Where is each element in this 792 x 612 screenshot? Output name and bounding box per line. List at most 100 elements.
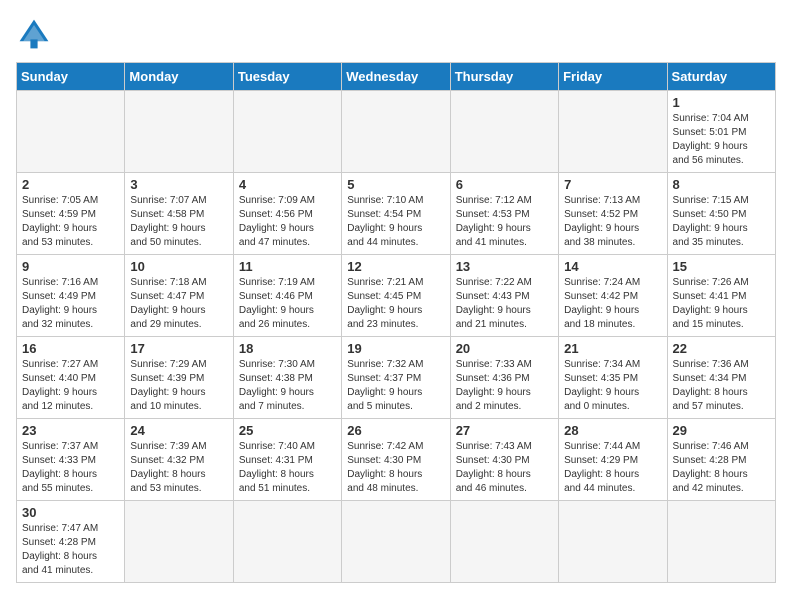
- day-cell: [342, 501, 450, 583]
- week-row-5: 23Sunrise: 7:37 AM Sunset: 4:33 PM Dayli…: [17, 419, 776, 501]
- day-cell: [125, 501, 233, 583]
- day-number: 4: [239, 177, 336, 192]
- calendar-table: SundayMondayTuesdayWednesdayThursdayFrid…: [16, 62, 776, 583]
- weekday-header-wednesday: Wednesday: [342, 63, 450, 91]
- day-info: Sunrise: 7:40 AM Sunset: 4:31 PM Dayligh…: [239, 440, 336, 496]
- day-info: Sunrise: 7:26 AM Sunset: 4:41 PM Dayligh…: [673, 276, 770, 332]
- day-info: Sunrise: 7:22 AM Sunset: 4:43 PM Dayligh…: [456, 276, 553, 332]
- day-info: Sunrise: 7:33 AM Sunset: 4:36 PM Dayligh…: [456, 358, 553, 414]
- day-number: 28: [564, 423, 661, 438]
- day-cell: 19 Sunrise: 7:32 AM Sunset: 4:37 PM Dayli…: [342, 337, 450, 419]
- day-info: Sunrise: 7:46 AM Sunset: 4:28 PM Dayligh…: [673, 440, 770, 496]
- day-number: 20: [456, 341, 553, 356]
- day-cell: 24 Sunrise: 7:39 AM Sunset: 4:32 PM Dayli…: [125, 419, 233, 501]
- day-cell: 11Sunrise: 7:19 AM Sunset: 4:46 PM Dayli…: [233, 255, 341, 337]
- day-number: 6: [456, 177, 553, 192]
- day-number: 27: [456, 423, 553, 438]
- logo-icon: [16, 16, 52, 52]
- day-info: Sunrise: 7:39 AM Sunset: 4:32 PM Dayligh…: [130, 440, 227, 496]
- day-info: Sunrise: 7:15 AM Sunset: 4:50 PM Dayligh…: [673, 194, 770, 250]
- day-number: 26: [347, 423, 444, 438]
- day-cell: 3 Sunrise: 7:07 AM Sunset: 4:58 PM Daylig…: [125, 173, 233, 255]
- day-number: 13: [456, 259, 553, 274]
- day-info: Sunrise: 7:24 AM Sunset: 4:42 PM Dayligh…: [564, 276, 661, 332]
- week-row-6: 30 Sunrise: 7:47 AM Sunset: 4:28 PM Dayli…: [17, 501, 776, 583]
- day-info: Sunrise: 7:37 AM Sunset: 4:33 PM Dayligh…: [22, 440, 119, 496]
- weekday-header-monday: Monday: [125, 63, 233, 91]
- day-cell: 5Sunrise: 7:10 AM Sunset: 4:54 PM Daylig…: [342, 173, 450, 255]
- day-info: Sunrise: 7:42 AM Sunset: 4:30 PM Dayligh…: [347, 440, 444, 496]
- day-number: 9: [22, 259, 119, 274]
- day-info: Sunrise: 7:04 AM Sunset: 5:01 PM Dayligh…: [673, 112, 770, 168]
- day-info: Sunrise: 7:27 AM Sunset: 4:40 PM Dayligh…: [22, 358, 119, 414]
- day-info: Sunrise: 7:16 AM Sunset: 4:49 PM Dayligh…: [22, 276, 119, 332]
- day-cell: [17, 91, 125, 173]
- day-number: 30: [22, 505, 119, 520]
- day-cell: [450, 501, 558, 583]
- day-info: Sunrise: 7:18 AM Sunset: 4:47 PM Dayligh…: [130, 276, 227, 332]
- day-cell: 4 Sunrise: 7:09 AM Sunset: 4:56 PM Daylig…: [233, 173, 341, 255]
- weekday-header-thursday: Thursday: [450, 63, 558, 91]
- day-cell: 1 Sunrise: 7:04 AM Sunset: 5:01 PM Daylig…: [667, 91, 775, 173]
- day-info: Sunrise: 7:36 AM Sunset: 4:34 PM Dayligh…: [673, 358, 770, 414]
- day-number: 14: [564, 259, 661, 274]
- day-info: Sunrise: 7:44 AM Sunset: 4:29 PM Dayligh…: [564, 440, 661, 496]
- day-cell: 18 Sunrise: 7:30 AM Sunset: 4:38 PM Dayli…: [233, 337, 341, 419]
- day-info: Sunrise: 7:13 AM Sunset: 4:52 PM Dayligh…: [564, 194, 661, 250]
- day-cell: 13 Sunrise: 7:22 AM Sunset: 4:43 PM Dayli…: [450, 255, 558, 337]
- page-header: [16, 16, 776, 52]
- day-info: Sunrise: 7:21 AM Sunset: 4:45 PM Dayligh…: [347, 276, 444, 332]
- day-number: 7: [564, 177, 661, 192]
- day-info: Sunrise: 7:07 AM Sunset: 4:58 PM Dayligh…: [130, 194, 227, 250]
- day-cell: 30 Sunrise: 7:47 AM Sunset: 4:28 PM Dayli…: [17, 501, 125, 583]
- day-number: 25: [239, 423, 336, 438]
- day-number: 29: [673, 423, 770, 438]
- weekday-header-friday: Friday: [559, 63, 667, 91]
- day-cell: 21 Sunrise: 7:34 AM Sunset: 4:35 PM Dayli…: [559, 337, 667, 419]
- day-cell: 8Sunrise: 7:15 AM Sunset: 4:50 PM Daylig…: [667, 173, 775, 255]
- day-cell: [559, 501, 667, 583]
- week-row-4: 16Sunrise: 7:27 AM Sunset: 4:40 PM Dayli…: [17, 337, 776, 419]
- day-number: 22: [673, 341, 770, 356]
- day-number: 2: [22, 177, 119, 192]
- day-number: 19: [347, 341, 444, 356]
- weekday-header-sunday: Sunday: [17, 63, 125, 91]
- day-cell: [450, 91, 558, 173]
- day-info: Sunrise: 7:29 AM Sunset: 4:39 PM Dayligh…: [130, 358, 227, 414]
- weekday-header-tuesday: Tuesday: [233, 63, 341, 91]
- day-cell: 22 Sunrise: 7:36 AM Sunset: 4:34 PM Dayli…: [667, 337, 775, 419]
- day-cell: [667, 501, 775, 583]
- day-info: Sunrise: 7:47 AM Sunset: 4:28 PM Dayligh…: [22, 522, 119, 578]
- day-cell: 15 Sunrise: 7:26 AM Sunset: 4:41 PM Dayli…: [667, 255, 775, 337]
- day-number: 1: [673, 95, 770, 110]
- day-info: Sunrise: 7:32 AM Sunset: 4:37 PM Dayligh…: [347, 358, 444, 414]
- day-number: 15: [673, 259, 770, 274]
- day-cell: 29 Sunrise: 7:46 AM Sunset: 4:28 PM Dayli…: [667, 419, 775, 501]
- day-info: Sunrise: 7:05 AM Sunset: 4:59 PM Dayligh…: [22, 194, 119, 250]
- day-cell: 25 Sunrise: 7:40 AM Sunset: 4:31 PM Dayli…: [233, 419, 341, 501]
- week-row-3: 9 Sunrise: 7:16 AM Sunset: 4:49 PM Daylig…: [17, 255, 776, 337]
- weekday-header-saturday: Saturday: [667, 63, 775, 91]
- week-row-2: 2 Sunrise: 7:05 AM Sunset: 4:59 PM Daylig…: [17, 173, 776, 255]
- day-cell: 9 Sunrise: 7:16 AM Sunset: 4:49 PM Daylig…: [17, 255, 125, 337]
- day-info: Sunrise: 7:30 AM Sunset: 4:38 PM Dayligh…: [239, 358, 336, 414]
- day-cell: [233, 91, 341, 173]
- day-cell: 16Sunrise: 7:27 AM Sunset: 4:40 PM Dayli…: [17, 337, 125, 419]
- day-number: 21: [564, 341, 661, 356]
- day-number: 24: [130, 423, 227, 438]
- day-info: Sunrise: 7:34 AM Sunset: 4:35 PM Dayligh…: [564, 358, 661, 414]
- day-info: Sunrise: 7:10 AM Sunset: 4:54 PM Dayligh…: [347, 194, 444, 250]
- day-info: Sunrise: 7:09 AM Sunset: 4:56 PM Dayligh…: [239, 194, 336, 250]
- day-cell: 7 Sunrise: 7:13 AM Sunset: 4:52 PM Daylig…: [559, 173, 667, 255]
- day-cell: 12 Sunrise: 7:21 AM Sunset: 4:45 PM Dayli…: [342, 255, 450, 337]
- day-number: 18: [239, 341, 336, 356]
- day-number: 12: [347, 259, 444, 274]
- day-cell: 14 Sunrise: 7:24 AM Sunset: 4:42 PM Dayli…: [559, 255, 667, 337]
- day-cell: [342, 91, 450, 173]
- day-cell: 17Sunrise: 7:29 AM Sunset: 4:39 PM Dayli…: [125, 337, 233, 419]
- day-number: 3: [130, 177, 227, 192]
- day-cell: 10Sunrise: 7:18 AM Sunset: 4:47 PM Dayli…: [125, 255, 233, 337]
- day-info: Sunrise: 7:12 AM Sunset: 4:53 PM Dayligh…: [456, 194, 553, 250]
- logo: [16, 16, 58, 52]
- day-cell: 20 Sunrise: 7:33 AM Sunset: 4:36 PM Dayli…: [450, 337, 558, 419]
